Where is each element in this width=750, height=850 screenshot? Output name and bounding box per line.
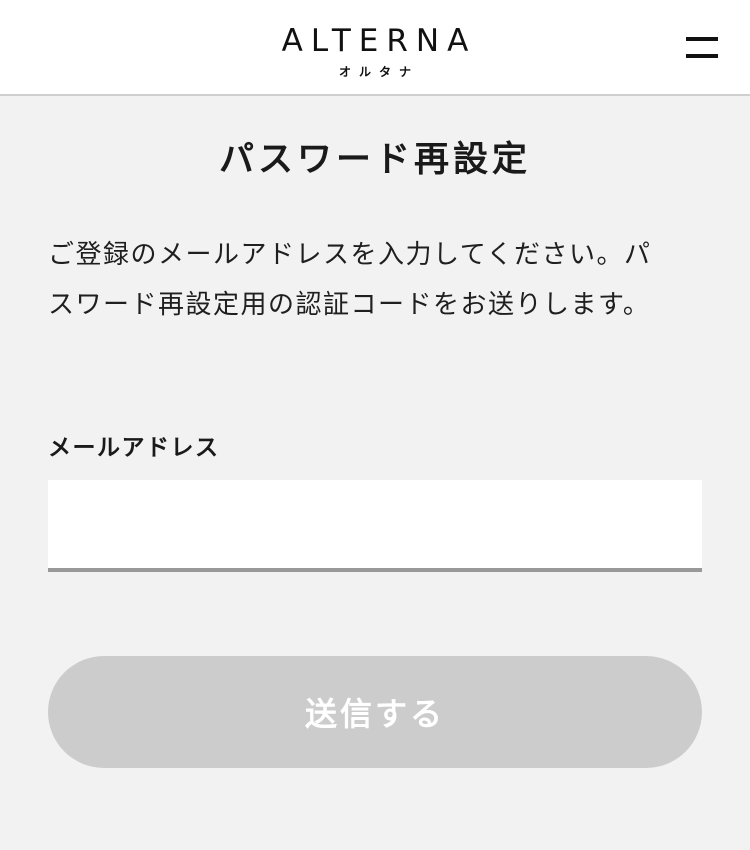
site-header: ALTERNA オルタナ: [0, 0, 750, 96]
email-input[interactable]: [48, 480, 702, 572]
password-reset-form: パスワード再設定 ご登録のメールアドレスを入力してください。パスワード再設定用の…: [0, 96, 750, 850]
submit-button[interactable]: 送信する: [48, 656, 702, 768]
logo-wordmark: ALTERNA: [281, 23, 477, 59]
logo-katakana: オルタナ: [338, 65, 419, 79]
instruction-text: ご登録のメールアドレスを入力してください。パスワード再設定用の認証コードをお送り…: [48, 240, 652, 320]
page-title: パスワード再設定: [218, 140, 531, 180]
menu-line-top: [686, 37, 718, 41]
email-field-label: メールアドレス: [48, 435, 220, 461]
alterna-logo[interactable]: ALTERNA オルタナ: [0, 24, 750, 80]
hamburger-menu-icon[interactable]: [683, 33, 721, 63]
menu-line-bottom: [686, 54, 718, 58]
